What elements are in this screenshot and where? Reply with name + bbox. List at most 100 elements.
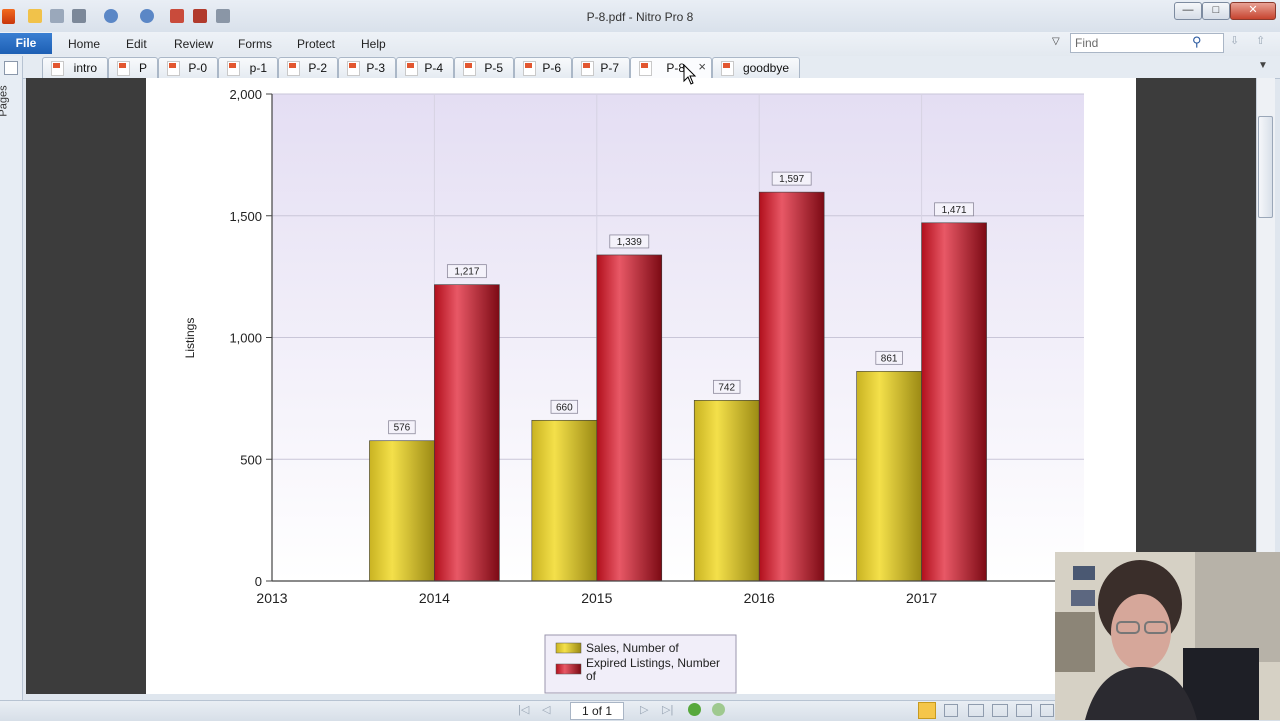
close-tab-icon[interactable]: × (698, 59, 706, 74)
y-tick-label: 1,000 (229, 331, 262, 346)
pdf-file-icon (405, 61, 418, 76)
fit-page-icon[interactable] (1016, 704, 1032, 717)
continuous-view-icon[interactable] (944, 704, 958, 717)
bar-expired-listings-2017 (921, 222, 987, 582)
x-tick-label: 2016 (744, 590, 775, 606)
data-label: 861 (881, 353, 898, 364)
thumbnails-icon[interactable] (4, 61, 18, 75)
doc-tab-p-7[interactable]: P-7 (572, 57, 630, 79)
doc-tab-label: P-7 (600, 61, 619, 75)
tab-review[interactable]: Review (174, 37, 213, 51)
facing-view-icon[interactable] (968, 704, 984, 717)
doc-tab-label: P (138, 61, 147, 75)
pdf-file-icon (347, 61, 360, 76)
presenter-video (1055, 552, 1280, 720)
tab-list-dropdown-icon[interactable]: ▼ (1258, 60, 1268, 71)
chart-legend: Sales, Number of Expired Listings, Numbe… (544, 634, 737, 694)
doc-tab-label: P-6 (542, 61, 561, 75)
last-page-icon[interactable]: ▷| (662, 703, 673, 716)
mouse-cursor-icon (683, 64, 697, 85)
x-tick-label: 2013 (256, 590, 287, 606)
back-view-icon[interactable] (688, 703, 701, 716)
tab-home[interactable]: Home (68, 37, 100, 51)
pdf-file-icon (167, 61, 180, 76)
doc-tab-intro[interactable]: intro (42, 57, 108, 79)
y-axis-label: Listings (183, 318, 197, 359)
y-tick-label: 2,000 (229, 87, 262, 102)
webcam-overlay (1055, 552, 1280, 720)
bar-sales-2014 (369, 440, 435, 582)
bar-sales-2017 (856, 371, 922, 582)
pdf-file-icon (581, 61, 594, 76)
pdf-file-icon (287, 61, 300, 76)
next-page-icon[interactable]: ▷ (640, 703, 648, 716)
maximize-button[interactable]: □ (1202, 2, 1230, 20)
previous-page-icon[interactable]: ◁ (542, 703, 550, 716)
continuous-facing-view-icon[interactable] (992, 704, 1008, 717)
doc-tab-label: P-5 (484, 61, 503, 75)
data-label: 1,217 (454, 267, 479, 278)
doc-tab-p-6[interactable]: P-6 (514, 57, 572, 79)
x-tick-label: 2015 (581, 590, 612, 606)
data-label: 1,339 (617, 237, 642, 248)
search-icon[interactable]: ⚲ (1192, 34, 1202, 50)
first-page-icon[interactable]: |◁ (518, 703, 529, 716)
doc-tab-label: P-3 (366, 61, 385, 75)
legend-swatch-sales (555, 642, 582, 654)
doc-tab-p-1[interactable]: p-1 (218, 57, 278, 79)
bar-expired-listings-2015 (596, 254, 663, 582)
bar-sales-2016 (693, 400, 760, 582)
doc-tab-p-5[interactable]: P-5 (454, 57, 514, 79)
doc-tab-p-3[interactable]: P-3 (338, 57, 396, 79)
doc-tab-label: P-0 (188, 61, 207, 75)
side-panel (0, 56, 23, 706)
forward-view-icon[interactable] (712, 703, 725, 716)
scrollbar-thumb[interactable] (1258, 116, 1273, 218)
tab-help[interactable]: Help (361, 37, 386, 51)
pdf-file-icon (117, 61, 130, 76)
tab-forms[interactable]: Forms (238, 37, 272, 51)
y-tick-label: 1,500 (229, 209, 262, 224)
data-label: 576 (394, 423, 411, 434)
data-label: 742 (718, 382, 735, 393)
data-label: 1,597 (779, 174, 804, 185)
pdf-file-icon (721, 61, 734, 76)
y-tick-label: 500 (240, 452, 262, 467)
doc-tab-label: P-4 (424, 61, 443, 75)
doc-tab-p-0[interactable]: P-0 (158, 57, 218, 79)
page-number-field[interactable]: 1 of 1 (570, 702, 624, 720)
find-previous-icon[interactable]: ⇧ (1256, 34, 1265, 47)
legend-label-sales: Sales, Number of (586, 641, 679, 655)
doc-tab-label: goodbye (742, 61, 789, 75)
pages-panel-tab[interactable]: Pages (0, 85, 10, 116)
doc-tab-p[interactable]: P (108, 57, 158, 79)
doc-tab-p-2[interactable]: P-2 (278, 57, 338, 79)
pdf-file-icon (227, 61, 240, 76)
bar-sales-2015 (531, 419, 598, 582)
doc-tab-goodbye[interactable]: goodbye (712, 57, 800, 79)
ribbon-collapse-icon[interactable]: ▽ (1052, 36, 1060, 47)
window-title: P-8.pdf - Nitro Pro 8 (586, 10, 694, 24)
pdf-file-icon (463, 61, 476, 76)
tab-edit[interactable]: Edit (126, 37, 147, 51)
tab-protect[interactable]: Protect (297, 37, 335, 51)
find-next-icon[interactable]: ⇩ (1230, 34, 1239, 47)
bar-chart: 576 1,217 660 1,339 742 1,597 861 1,471 0 500 1,0… (183, 87, 1084, 694)
x-tick-label: 2017 (906, 590, 937, 606)
single-page-view-icon[interactable] (918, 702, 936, 719)
doc-tab-p-8[interactable]: P-8 × (630, 57, 712, 79)
minimize-button[interactable]: — (1174, 2, 1202, 20)
pdf-file-icon (51, 61, 64, 76)
y-tick-label: 0 (255, 574, 262, 589)
bar-expired-listings-2016 (758, 191, 825, 582)
doc-tab-label: p-1 (249, 61, 267, 75)
data-label: 1,471 (942, 205, 967, 216)
fit-width-icon[interactable] (1040, 704, 1054, 717)
doc-tab-label: intro (73, 61, 97, 75)
pdf-file-icon (523, 61, 536, 76)
doc-tab-p-4[interactable]: P-4 (396, 57, 454, 79)
pdf-file-icon (639, 61, 652, 76)
x-tick-label: 2014 (419, 590, 450, 606)
file-tab[interactable]: File (0, 33, 52, 54)
close-window-button[interactable]: ✕ (1230, 2, 1276, 20)
